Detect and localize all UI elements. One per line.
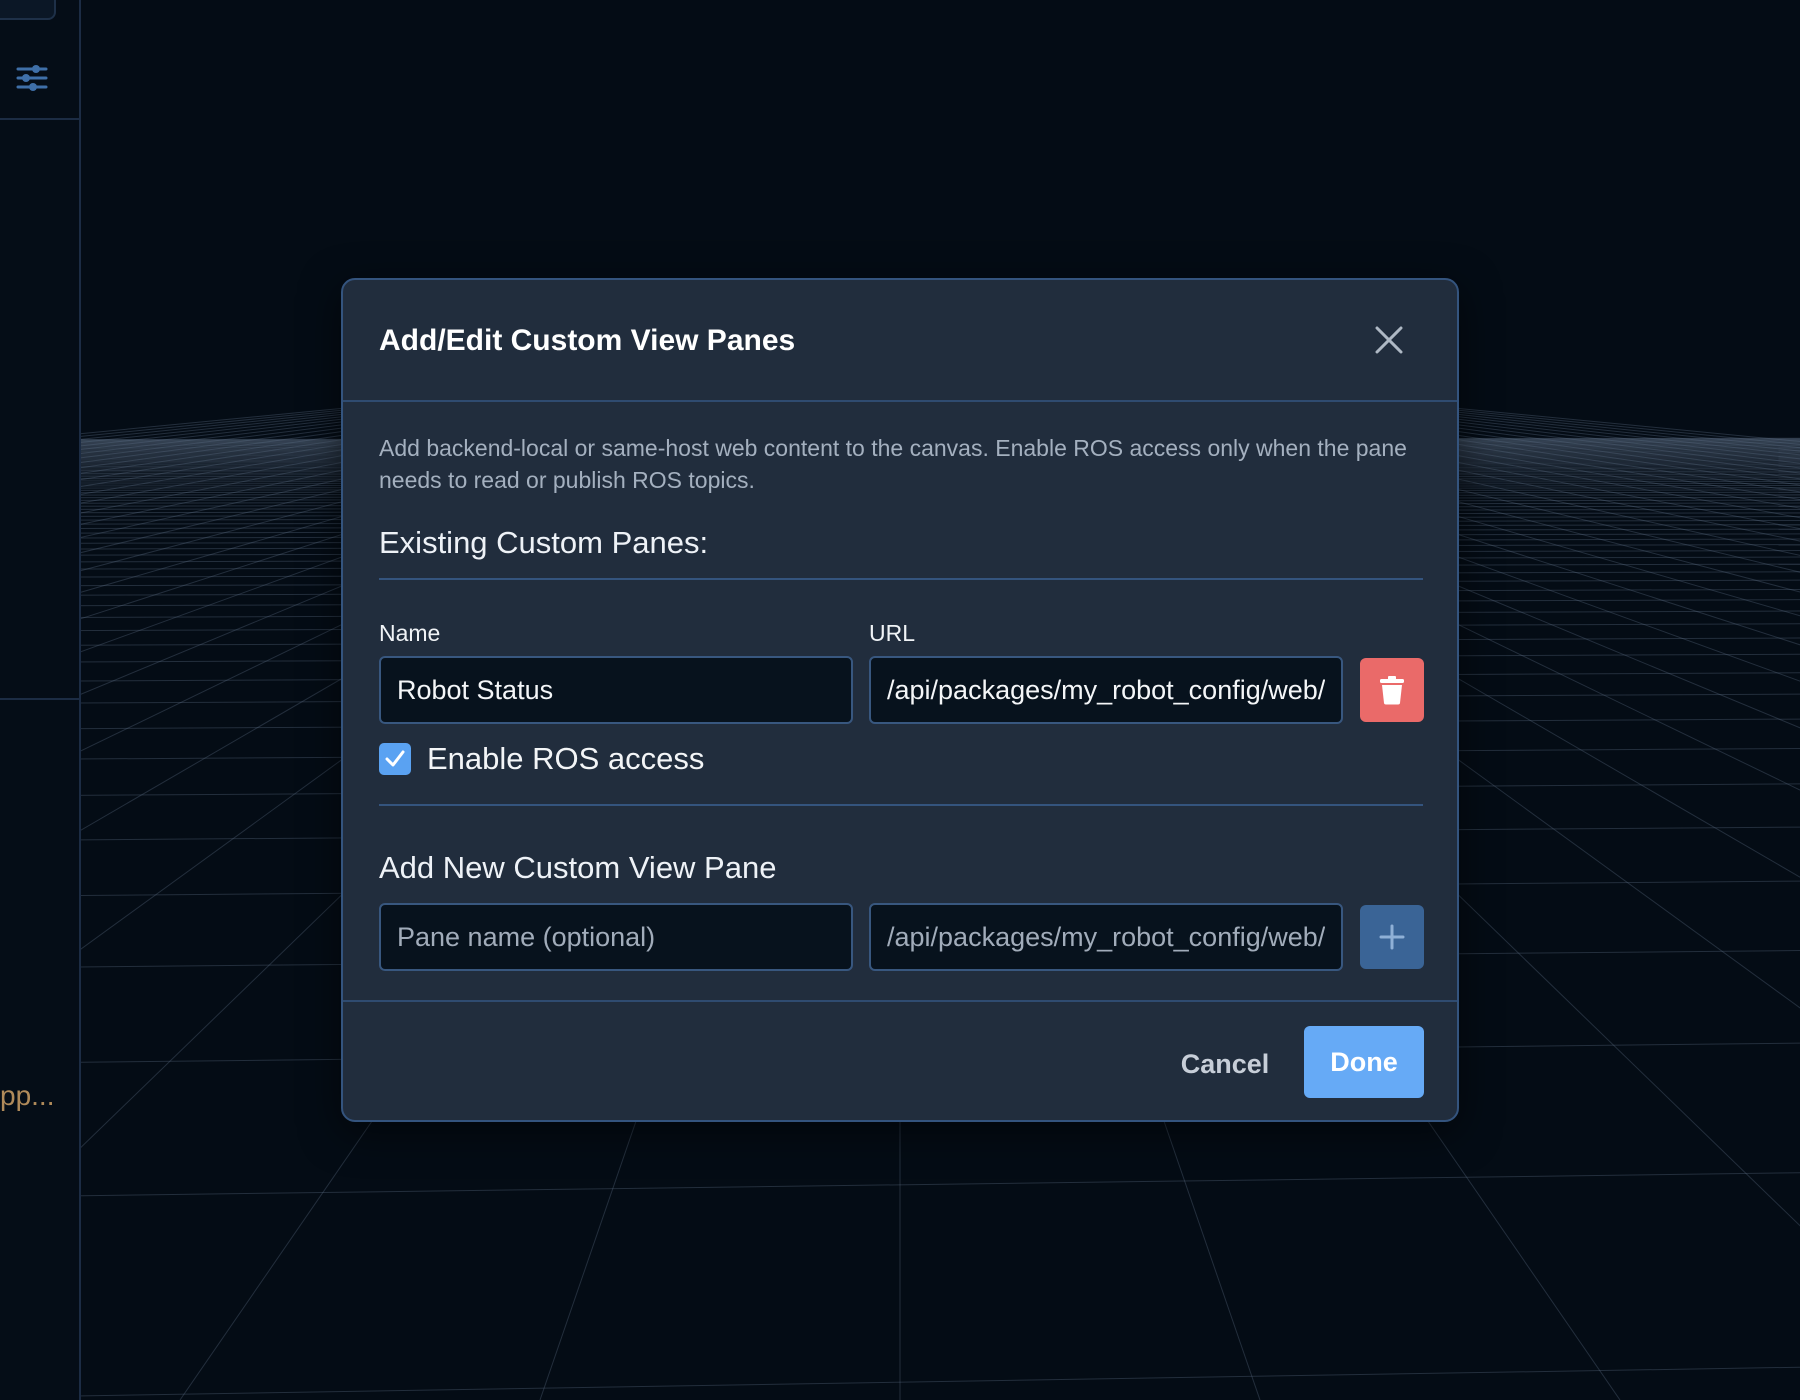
side-separator xyxy=(0,698,81,700)
side-panel: pp... xyxy=(0,0,81,1400)
new-pane-url-input[interactable] xyxy=(869,903,1343,971)
dialog-footer: Cancel Done xyxy=(343,1000,1457,1122)
add-new-pane-heading: Add New Custom View Pane xyxy=(379,850,777,885)
side-separator xyxy=(0,118,81,120)
existing-pane-url-input[interactable] xyxy=(869,656,1343,724)
add-pane-button[interactable] xyxy=(1360,905,1424,969)
side-top-button[interactable] xyxy=(0,0,56,20)
done-button[interactable]: Done xyxy=(1304,1026,1424,1098)
divider xyxy=(379,804,1423,806)
close-icon xyxy=(1375,326,1403,354)
divider xyxy=(379,578,1423,580)
name-label: Name xyxy=(379,620,441,646)
trash-icon xyxy=(1380,676,1404,705)
side-truncated-text[interactable]: pp... xyxy=(0,1080,54,1112)
sliders-icon[interactable] xyxy=(14,62,50,94)
existing-panes-heading: Existing Custom Panes: xyxy=(379,525,709,560)
checkbox-checked[interactable] xyxy=(379,743,411,775)
plus-icon xyxy=(1379,924,1405,950)
close-button[interactable] xyxy=(1369,320,1409,360)
dialog-title: Add/Edit Custom View Panes xyxy=(379,324,796,357)
new-pane-name-input[interactable] xyxy=(379,903,853,971)
cancel-button[interactable]: Cancel xyxy=(1155,1028,1295,1100)
dialog-description: Add backend-local or same-host web conte… xyxy=(379,435,1407,493)
custom-view-panes-dialog: Add/Edit Custom View Panes Add backend-l… xyxy=(341,278,1459,1122)
url-label: URL xyxy=(869,620,916,646)
existing-pane-name-input[interactable] xyxy=(379,656,853,724)
checkbox-label: Enable ROS access xyxy=(427,741,705,776)
dialog-header: Add/Edit Custom View Panes xyxy=(343,280,1457,402)
enable-ros-access-checkbox[interactable]: Enable ROS access xyxy=(379,740,704,778)
check-icon xyxy=(385,750,405,767)
delete-pane-button[interactable] xyxy=(1360,658,1424,722)
